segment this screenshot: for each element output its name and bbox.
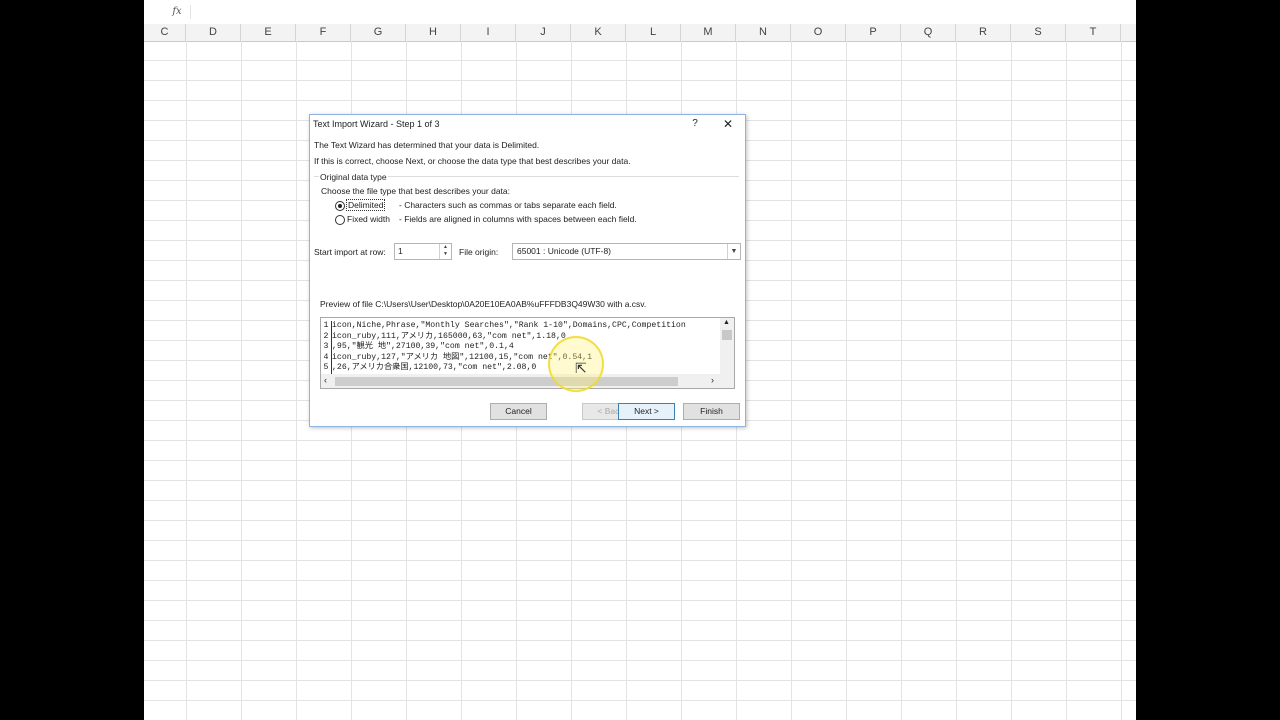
mouse-pointer-icon: ⇱ (575, 360, 587, 376)
original-data-type-group: Original data type Choose the file type … (314, 172, 739, 227)
radio-delimited-description: - Characters such as commas or tabs sepa… (399, 200, 617, 210)
file-origin-value[interactable]: 65001 : Unicode (UTF-8) (517, 246, 611, 256)
radio-delimited-label[interactable]: Delimited (346, 199, 386, 211)
column-header-f[interactable]: F (296, 24, 351, 41)
scroll-right-icon[interactable]: › (711, 375, 714, 385)
finish-button[interactable]: Finish (683, 403, 740, 420)
close-button[interactable]: ✕ (720, 117, 736, 131)
line-number: 3 (321, 342, 332, 353)
radio-button-selected[interactable] (335, 201, 345, 211)
intro-text-1: The Text Wizard has determined that your… (314, 140, 540, 150)
vertical-scrollbar[interactable]: ▲ (720, 318, 734, 374)
line-text: ,26,アメリカ合衆国,12100,73,"com net",2.08,0 (332, 363, 537, 372)
group-label: Original data type (319, 172, 388, 182)
line-text: icon,Niche,Phrase,"Monthly Searches","Ra… (332, 321, 686, 330)
insert-function-icon[interactable]: fx (168, 4, 186, 19)
preview-label: Preview of file C:\Users\User\Desktop\0A… (320, 299, 647, 309)
text-import-wizard-dialog: Text Import Wizard - Step 1 of 3 ? ✕ The… (309, 114, 746, 427)
preview-line: 3,95,"観光 地",27100,39,"com net",0.1,4 (321, 342, 719, 353)
column-header-g[interactable]: G (351, 24, 406, 41)
next-button[interactable]: Next > (618, 403, 675, 420)
line-number: 5 (321, 363, 332, 374)
line-text: icon_ruby,111,アメリカ,165000,63,"com net",1… (332, 331, 566, 341)
column-header-s[interactable]: S (1011, 24, 1066, 41)
start-row-value[interactable]: 1 (398, 246, 403, 256)
formula-input[interactable] (190, 5, 1135, 19)
horizontal-scrollbar[interactable]: ‹ › (321, 374, 734, 388)
vertical-scroll-thumb[interactable] (722, 330, 732, 340)
column-header-row: CDEFGHIJKLMNOPQRST (144, 24, 1136, 42)
excel-window: fx CDEFGHIJKLMNOPQRST Text Import Wizard… (144, 0, 1136, 720)
file-origin-label: File origin: (459, 247, 499, 257)
file-origin-select[interactable]: 65001 : Unicode (UTF-8) ▼ (512, 243, 741, 260)
column-header-c[interactable]: C (144, 24, 186, 41)
column-header-n[interactable]: N (736, 24, 791, 41)
spin-arrows-icon[interactable]: ▲ ▼ (439, 244, 451, 259)
column-header-l[interactable]: L (626, 24, 681, 41)
preview-line: 5,26,アメリカ合衆国,12100,73,"com net",2.08,0 (321, 363, 719, 374)
line-number: 1 (321, 321, 332, 332)
radio-fixed-width-label[interactable]: Fixed width (347, 214, 390, 224)
scroll-left-icon[interactable]: ‹ (324, 375, 327, 385)
column-header-r[interactable]: R (956, 24, 1011, 41)
start-row-stepper[interactable]: 1 ▲ ▼ (394, 243, 452, 260)
column-header-m[interactable]: M (681, 24, 736, 41)
preview-line: 2 icon_ruby,111,アメリカ,165000,63,"com net",… (321, 331, 719, 342)
column-header-j[interactable]: J (516, 24, 571, 41)
horizontal-scroll-thumb[interactable] (335, 377, 678, 386)
intro-text-2: If this is correct, choose Next, or choo… (314, 156, 631, 166)
radio-fixed-width-description: - Fields are aligned in columns with spa… (399, 214, 637, 224)
cancel-button[interactable]: Cancel (490, 403, 547, 420)
dialog-title: Text Import Wizard - Step 1 of 3 (313, 119, 440, 129)
line-number: 4 (321, 352, 332, 363)
column-header-q[interactable]: Q (901, 24, 956, 41)
column-header-p[interactable]: P (846, 24, 901, 41)
preview-lines: 1 icon,Niche,Phrase,"Monthly Searches","R… (321, 321, 719, 374)
line-number: 2 (321, 331, 332, 342)
column-header-t[interactable]: T (1066, 24, 1121, 41)
radio-button[interactable] (335, 215, 345, 225)
column-header-d[interactable]: D (186, 24, 241, 41)
scroll-up-icon[interactable]: ▲ (723, 319, 730, 326)
chevron-down-icon[interactable]: ▼ (727, 244, 740, 259)
file-preview[interactable]: 1 icon,Niche,Phrase,"Monthly Searches","R… (320, 317, 735, 389)
preview-line: 1 icon,Niche,Phrase,"Monthly Searches","R… (321, 321, 719, 332)
column-header-h[interactable]: H (406, 24, 461, 41)
line-text: ,95,"観光 地",27100,39,"com net",0.1,4 (332, 342, 514, 351)
preview-line: 4 icon_ruby,127,"アメリカ 地図",12100,15,"com n… (321, 352, 719, 363)
column-header-o[interactable]: O (791, 24, 846, 41)
column-header-k[interactable]: K (571, 24, 626, 41)
help-button[interactable]: ? (687, 117, 703, 131)
start-row-label: Start import at row: (314, 247, 386, 257)
column-header-e[interactable]: E (241, 24, 296, 41)
formula-bar: fx (144, 0, 1136, 25)
column-header-i[interactable]: I (461, 24, 516, 41)
group-prompt: Choose the file type that best describes… (321, 186, 511, 196)
